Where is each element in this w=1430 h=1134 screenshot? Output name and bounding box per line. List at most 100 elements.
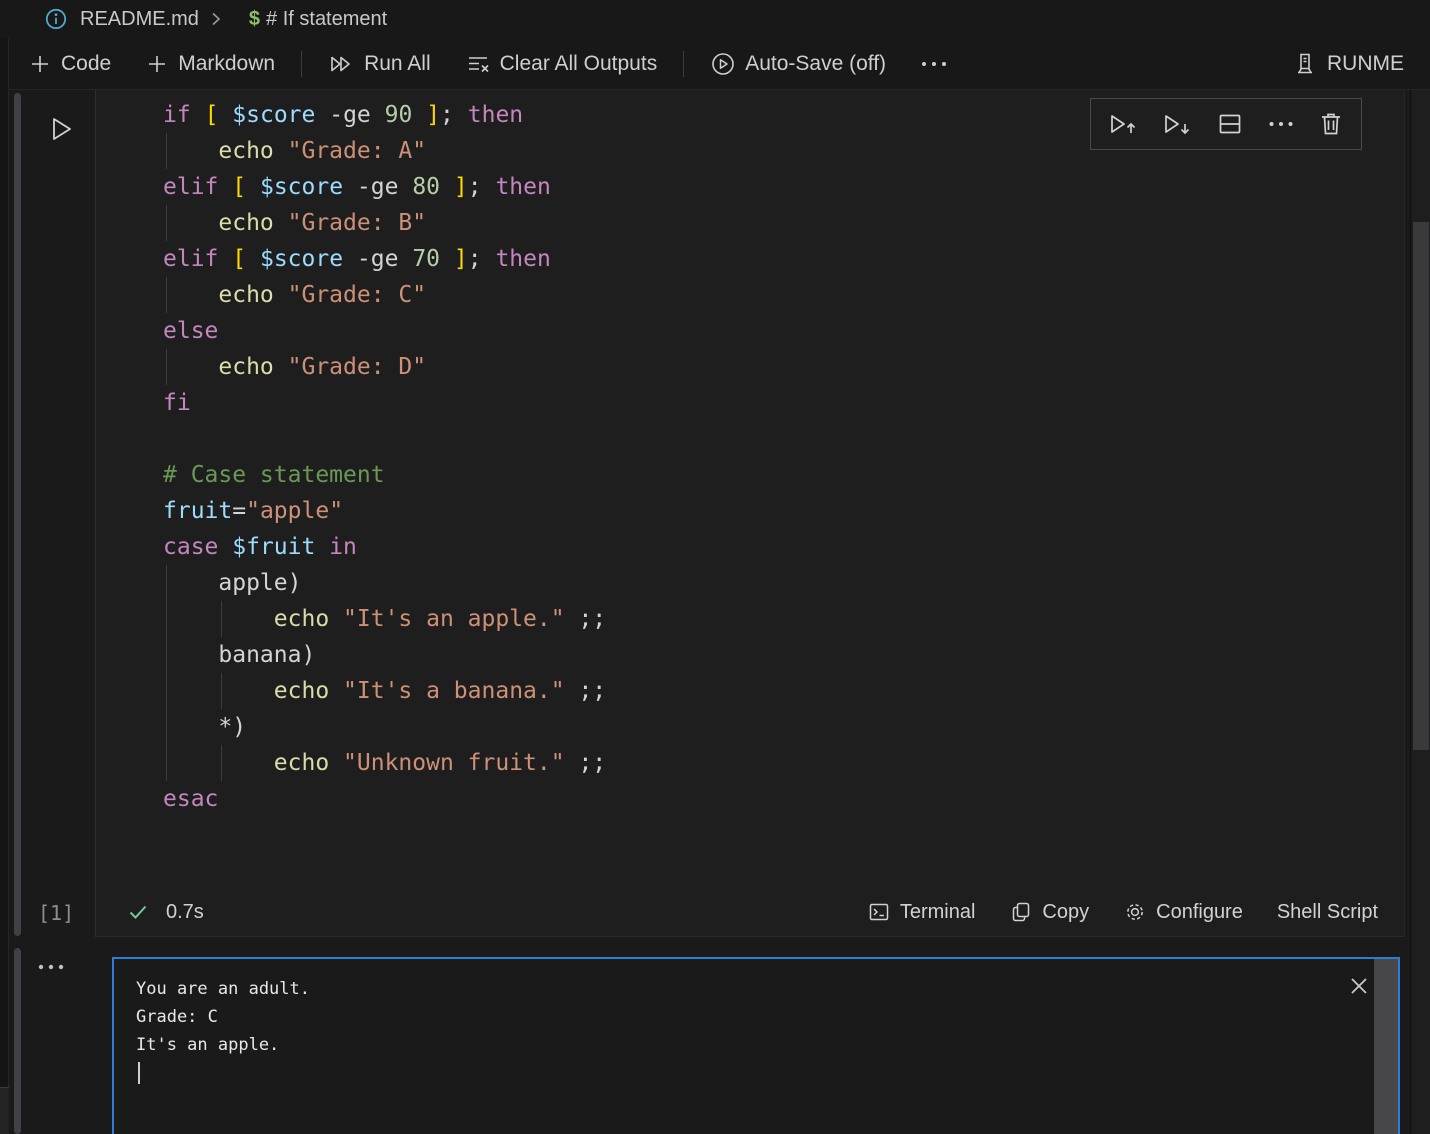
output-more-button[interactable] (36, 962, 66, 972)
notebook-scrollbar[interactable] (1412, 90, 1430, 1134)
code-token: ] (454, 174, 468, 200)
code-token: fruit (163, 498, 232, 524)
breadcrumb-file[interactable]: README.md (80, 8, 199, 31)
info-circle-icon (44, 7, 68, 31)
code-token (163, 750, 274, 776)
delete-cell-icon[interactable] (1318, 110, 1344, 138)
code-token: -ge (315, 102, 384, 128)
run-all-button[interactable]: Run All (328, 52, 431, 76)
execution-duration: 0.7s (166, 901, 204, 924)
output-line: You are an adult. (136, 975, 310, 1003)
output-scrollbar[interactable] (1374, 959, 1398, 1134)
code-token (329, 678, 343, 704)
code-token (163, 138, 218, 164)
circle-play-icon (710, 51, 736, 77)
code-token: "It's an apple." (343, 606, 565, 632)
code-line: fi (163, 385, 1404, 421)
indent-guide-icon (166, 565, 167, 601)
code-token: [ (232, 246, 246, 272)
code-token: "Grade: A" (288, 138, 426, 164)
notebook-editor: README.md $ # If statement Code Markdown… (0, 0, 1430, 1134)
clear-all-label: Clear All Outputs (500, 52, 658, 76)
code-token: ] (426, 102, 440, 128)
configure-label: Configure (1156, 901, 1243, 924)
code-token: in (329, 534, 357, 560)
code-token: $score (260, 174, 343, 200)
clear-all-outputs-button[interactable]: Clear All Outputs (465, 52, 658, 76)
breadcrumb-cell-title[interactable]: # If statement (266, 8, 387, 31)
run-all-label: Run All (364, 52, 431, 76)
cell-focus-bar[interactable] (14, 93, 21, 936)
code-token: echo (274, 750, 329, 776)
code-token: ;; (565, 750, 607, 776)
split-cell-icon[interactable] (1216, 111, 1244, 137)
add-code-label: Code (61, 52, 111, 76)
code-token: case (163, 534, 218, 560)
indent-guide-icon (166, 133, 167, 169)
cell-output-terminal[interactable]: You are an adult.Grade: CIt's an apple. (112, 957, 1400, 1134)
code-token: ;; (565, 606, 607, 632)
output-focus-bar[interactable] (14, 948, 21, 1134)
configure-status-button[interactable]: Configure (1123, 900, 1243, 924)
code-token (218, 246, 232, 272)
double-play-icon (328, 52, 355, 76)
code-token (246, 174, 260, 200)
cell-toolbar (1090, 98, 1362, 150)
code-token (274, 282, 288, 308)
terminal-cursor (138, 1062, 140, 1084)
code-token (440, 174, 454, 200)
code-editor[interactable]: if [ $score -ge 90 ]; then echo "Grade: … (96, 97, 1404, 853)
add-markdown-label: Markdown (178, 52, 275, 76)
code-token (218, 174, 232, 200)
breadcrumb-cell-symbol: $ (249, 8, 260, 31)
runme-button[interactable]: RUNME (1292, 51, 1404, 77)
output-line: Grade: C (136, 1003, 310, 1031)
toolbar-more-button[interactable] (920, 60, 948, 68)
code-token: else (163, 318, 218, 344)
code-token: "Unknown fruit." (343, 750, 565, 776)
indent-guide-icon (166, 709, 167, 745)
code-token: 80 (412, 174, 440, 200)
code-token: ; (468, 174, 496, 200)
more-icon[interactable] (1268, 120, 1294, 128)
code-line: echo "Grade: C" (163, 277, 1404, 313)
code-token: echo (218, 210, 273, 236)
code-token (246, 246, 260, 272)
code-token: -ge (343, 246, 412, 272)
indent-guide-icon (221, 673, 222, 709)
indent-guide-icon (166, 745, 167, 781)
terminal-output-text: You are an adult.Grade: CIt's an apple. (136, 975, 310, 1084)
plus-icon (28, 52, 52, 76)
code-token: ;; (565, 678, 607, 704)
notebook-toolbar: Code Markdown Run All Clear All Outputs (0, 38, 1430, 90)
code-token (440, 246, 454, 272)
cell-language-picker[interactable]: Shell Script (1277, 901, 1378, 924)
code-token (274, 210, 288, 236)
code-token: then (495, 246, 550, 272)
indent-guide-icon (166, 349, 167, 385)
breadcrumb: README.md $ # If statement (0, 0, 1430, 38)
terminal-status-button[interactable]: Terminal (867, 900, 976, 924)
code-token: -ge (343, 174, 412, 200)
close-icon[interactable] (1348, 975, 1370, 997)
copy-status-button[interactable]: Copy (1009, 900, 1089, 924)
add-markdown-cell-button[interactable]: Markdown (145, 52, 275, 76)
code-line: *) (163, 709, 1404, 745)
code-token (218, 102, 232, 128)
add-code-cell-button[interactable]: Code (28, 52, 111, 76)
code-cell[interactable]: if [ $score -ge 90 ]; then echo "Grade: … (95, 90, 1405, 937)
toolbar-separator (301, 51, 302, 77)
code-line: echo "Unknown fruit." ;; (163, 745, 1404, 781)
execute-above-icon[interactable] (1108, 110, 1138, 138)
ellipsis-icon (920, 60, 948, 68)
execute-below-icon[interactable] (1162, 110, 1192, 138)
code-token: fi (163, 390, 191, 416)
code-token: if (163, 102, 191, 128)
scrollbar-thumb[interactable] (1413, 222, 1429, 750)
auto-save-toggle[interactable]: Auto-Save (off) (710, 51, 886, 77)
code-token: then (468, 102, 523, 128)
code-line: echo "Grade: D" (163, 349, 1404, 385)
code-token: [ (205, 102, 219, 128)
code-token: esac (163, 786, 218, 812)
run-cell-button[interactable] (44, 112, 78, 146)
